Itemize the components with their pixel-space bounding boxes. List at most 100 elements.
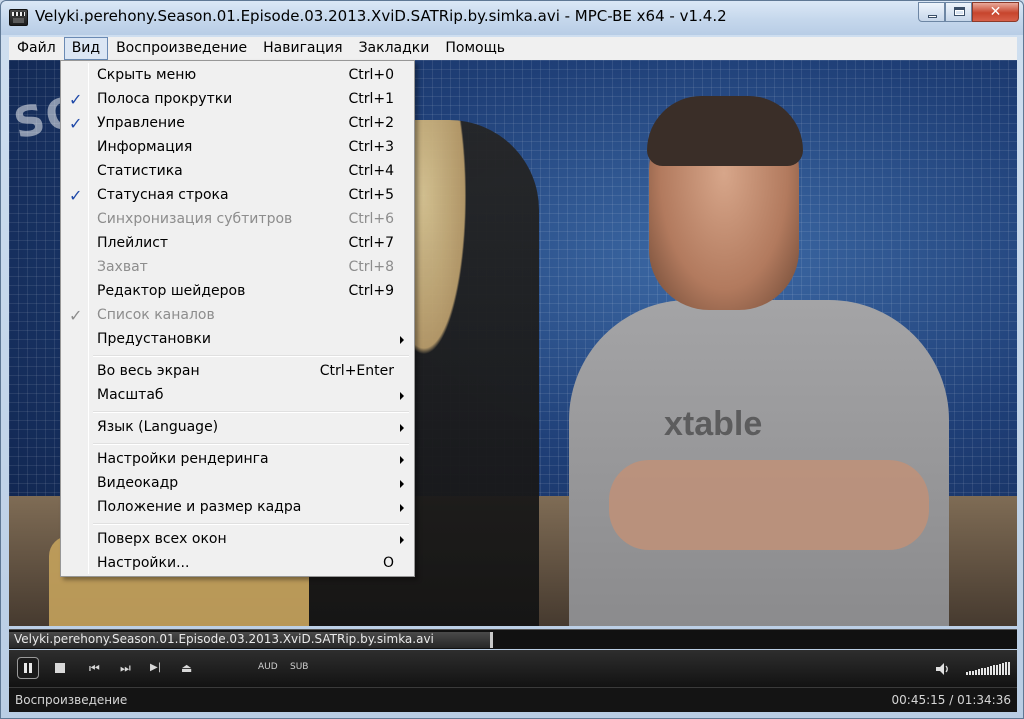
- menu-item-label: Положение и размер кадра: [97, 499, 302, 515]
- view-menu-item[interactable]: Скрыть меню Ctrl+0: [63, 64, 412, 88]
- menu-item-shortcut: Ctrl+8: [348, 259, 394, 275]
- checkmark-icon: ✓: [69, 306, 83, 325]
- view-menu-item[interactable]: Во весь экран Ctrl+Enter: [63, 360, 412, 384]
- view-menu-item[interactable]: Предустановки: [63, 328, 412, 352]
- menu-item-label: Настройки рендеринга: [97, 451, 269, 467]
- menu-1[interactable]: Вид: [63, 37, 109, 60]
- menu-item-label: Настройки...: [97, 555, 190, 571]
- view-menu-item[interactable]: Информация Ctrl+3: [63, 136, 412, 160]
- player-window: Velyki.perehony.Season.01.Episode.03.201…: [0, 0, 1024, 719]
- checkmark-icon: ✓: [69, 90, 83, 109]
- submenu-arrow-icon: [400, 504, 404, 512]
- minimize-icon: [928, 15, 937, 18]
- speaker-svg: [936, 663, 948, 675]
- view-menu-item[interactable]: ✓ Статусная строка Ctrl+5: [63, 184, 412, 208]
- view-menu-item[interactable]: Положение и размер кадра: [63, 496, 412, 520]
- audio-track-button[interactable]: AUD: [258, 662, 278, 672]
- menu-item-label: Язык (Language): [97, 419, 219, 435]
- view-menu-item: Синхронизация субтитров Ctrl+6: [63, 208, 412, 232]
- previous-icon[interactable]: ⏮: [89, 658, 101, 678]
- menu-item-label: Синхронизация субтитров: [97, 211, 293, 227]
- menu-bar: Файл Вид Воспроизведение Навигация Закладки П…: [9, 37, 1017, 60]
- menu-separator: [93, 411, 409, 413]
- view-menu-item[interactable]: Редактор шейдеров Ctrl+9: [63, 280, 412, 304]
- menu-item-label: Поверх всех окон: [97, 531, 227, 547]
- submenu-arrow-icon: [400, 392, 404, 400]
- speaker-icon[interactable]: [935, 661, 951, 675]
- menu-item-label: Статусная строка: [97, 187, 229, 203]
- menu-item-shortcut: Ctrl+4: [348, 163, 394, 179]
- close-icon: ✕: [989, 4, 1002, 20]
- menu-0[interactable]: Файл: [9, 37, 64, 60]
- volume-tick: [999, 663, 1001, 675]
- maximize-button[interactable]: [945, 2, 972, 22]
- menu-item-label: Информация: [97, 139, 193, 155]
- menu-item-label: Захват: [97, 259, 148, 275]
- view-menu-item[interactable]: ✓ Полоса прокрутки Ctrl+1: [63, 88, 412, 112]
- checkmark-icon: ✓: [69, 114, 83, 133]
- menu-item-label: Редактор шейдеров: [97, 283, 246, 299]
- menu-2[interactable]: Воспроизведение: [108, 37, 255, 60]
- submenu-arrow-icon: [400, 456, 404, 464]
- menu-item-shortcut: Ctrl+6: [348, 211, 394, 227]
- menu-separator: [93, 355, 409, 357]
- frame-step-icon[interactable]: ▶|: [150, 658, 164, 678]
- close-button[interactable]: ✕: [972, 2, 1019, 22]
- view-menu-item[interactable]: Настройки... O: [63, 552, 412, 576]
- checkmark-icon: ✓: [69, 186, 83, 205]
- menu-4[interactable]: Закладки: [351, 37, 438, 60]
- view-menu-item[interactable]: Поверх всех окон: [63, 528, 412, 552]
- menu-3[interactable]: Навигация: [255, 37, 350, 60]
- status-bar: Воспроизведение 00:45:15 / 01:34:36: [9, 687, 1017, 712]
- view-menu-item[interactable]: Плейлист Ctrl+7: [63, 232, 412, 256]
- menu-item-shortcut: Ctrl+9: [348, 283, 394, 299]
- view-menu-item: ✓ Список каналов: [63, 304, 412, 328]
- volume-tick: [972, 670, 974, 675]
- title-bar[interactable]: Velyki.perehony.Season.01.Episode.03.201…: [1, 1, 1023, 35]
- view-menu-item[interactable]: Настройки рендеринга: [63, 448, 412, 472]
- menu-item-label: Во весь экран: [97, 363, 200, 379]
- man-figure: xtable: [569, 96, 949, 626]
- volume-tick: [993, 665, 995, 675]
- menu-item-shortcut: Ctrl+5: [348, 187, 394, 203]
- seek-bar[interactable]: Velyki.perehony.Season.01.Episode.03.201…: [9, 629, 1017, 649]
- eject-glyph: ⏏: [181, 661, 193, 675]
- eject-icon[interactable]: ⏏: [181, 658, 195, 678]
- view-menu-dropdown: Скрыть меню Ctrl+0 ✓ Полоса прокрутки Ctrl+1…: [60, 60, 415, 577]
- menu-item-label: Управление: [97, 115, 185, 131]
- mpc-app-icon[interactable]: [9, 9, 28, 26]
- volume-tick: [1002, 663, 1004, 675]
- volume-tick: [984, 667, 986, 675]
- menu-item-label: Скрыть меню: [97, 67, 197, 83]
- view-menu-item: Захват Ctrl+8: [63, 256, 412, 280]
- view-menu-item[interactable]: Видеокадр: [63, 472, 412, 496]
- seek-filename: Velyki.perehony.Season.01.Episode.03.201…: [14, 632, 434, 646]
- menu-item-label: Видеокадр: [97, 475, 179, 491]
- volume-tick: [978, 669, 980, 675]
- volume-tick: [996, 664, 998, 675]
- view-menu-item[interactable]: Язык (Language): [63, 416, 412, 440]
- pause-icon[interactable]: [17, 657, 39, 679]
- menu-item-shortcut: Ctrl+1: [348, 91, 394, 107]
- menu-5[interactable]: Помощь: [437, 37, 513, 60]
- volume-tick: [1005, 662, 1007, 675]
- submenu-arrow-icon: [400, 480, 404, 488]
- time-display: 00:45:15 / 01:34:36: [891, 693, 1011, 707]
- menu-item-shortcut: Ctrl+7: [348, 235, 394, 251]
- view-menu-item[interactable]: ✓ Управление Ctrl+2: [63, 112, 412, 136]
- submenu-arrow-icon: [400, 536, 404, 544]
- view-menu-item[interactable]: Масштаб: [63, 384, 412, 408]
- volume-slider[interactable]: [966, 661, 1010, 675]
- maximize-icon: [954, 7, 965, 16]
- subtitle-track-button[interactable]: SUB: [290, 662, 308, 672]
- minimize-button[interactable]: [918, 2, 945, 22]
- menu-item-label: Статистика: [97, 163, 183, 179]
- next-icon[interactable]: ⏭: [120, 658, 132, 678]
- menu-item-shortcut: Ctrl+Enter: [319, 363, 394, 379]
- volume-tick: [990, 666, 992, 675]
- volume-tick: [969, 671, 971, 675]
- volume-tick: [975, 669, 977, 675]
- view-menu-item[interactable]: Статистика Ctrl+4: [63, 160, 412, 184]
- stop-icon[interactable]: [55, 663, 65, 673]
- menu-item-label: Предустановки: [97, 331, 211, 347]
